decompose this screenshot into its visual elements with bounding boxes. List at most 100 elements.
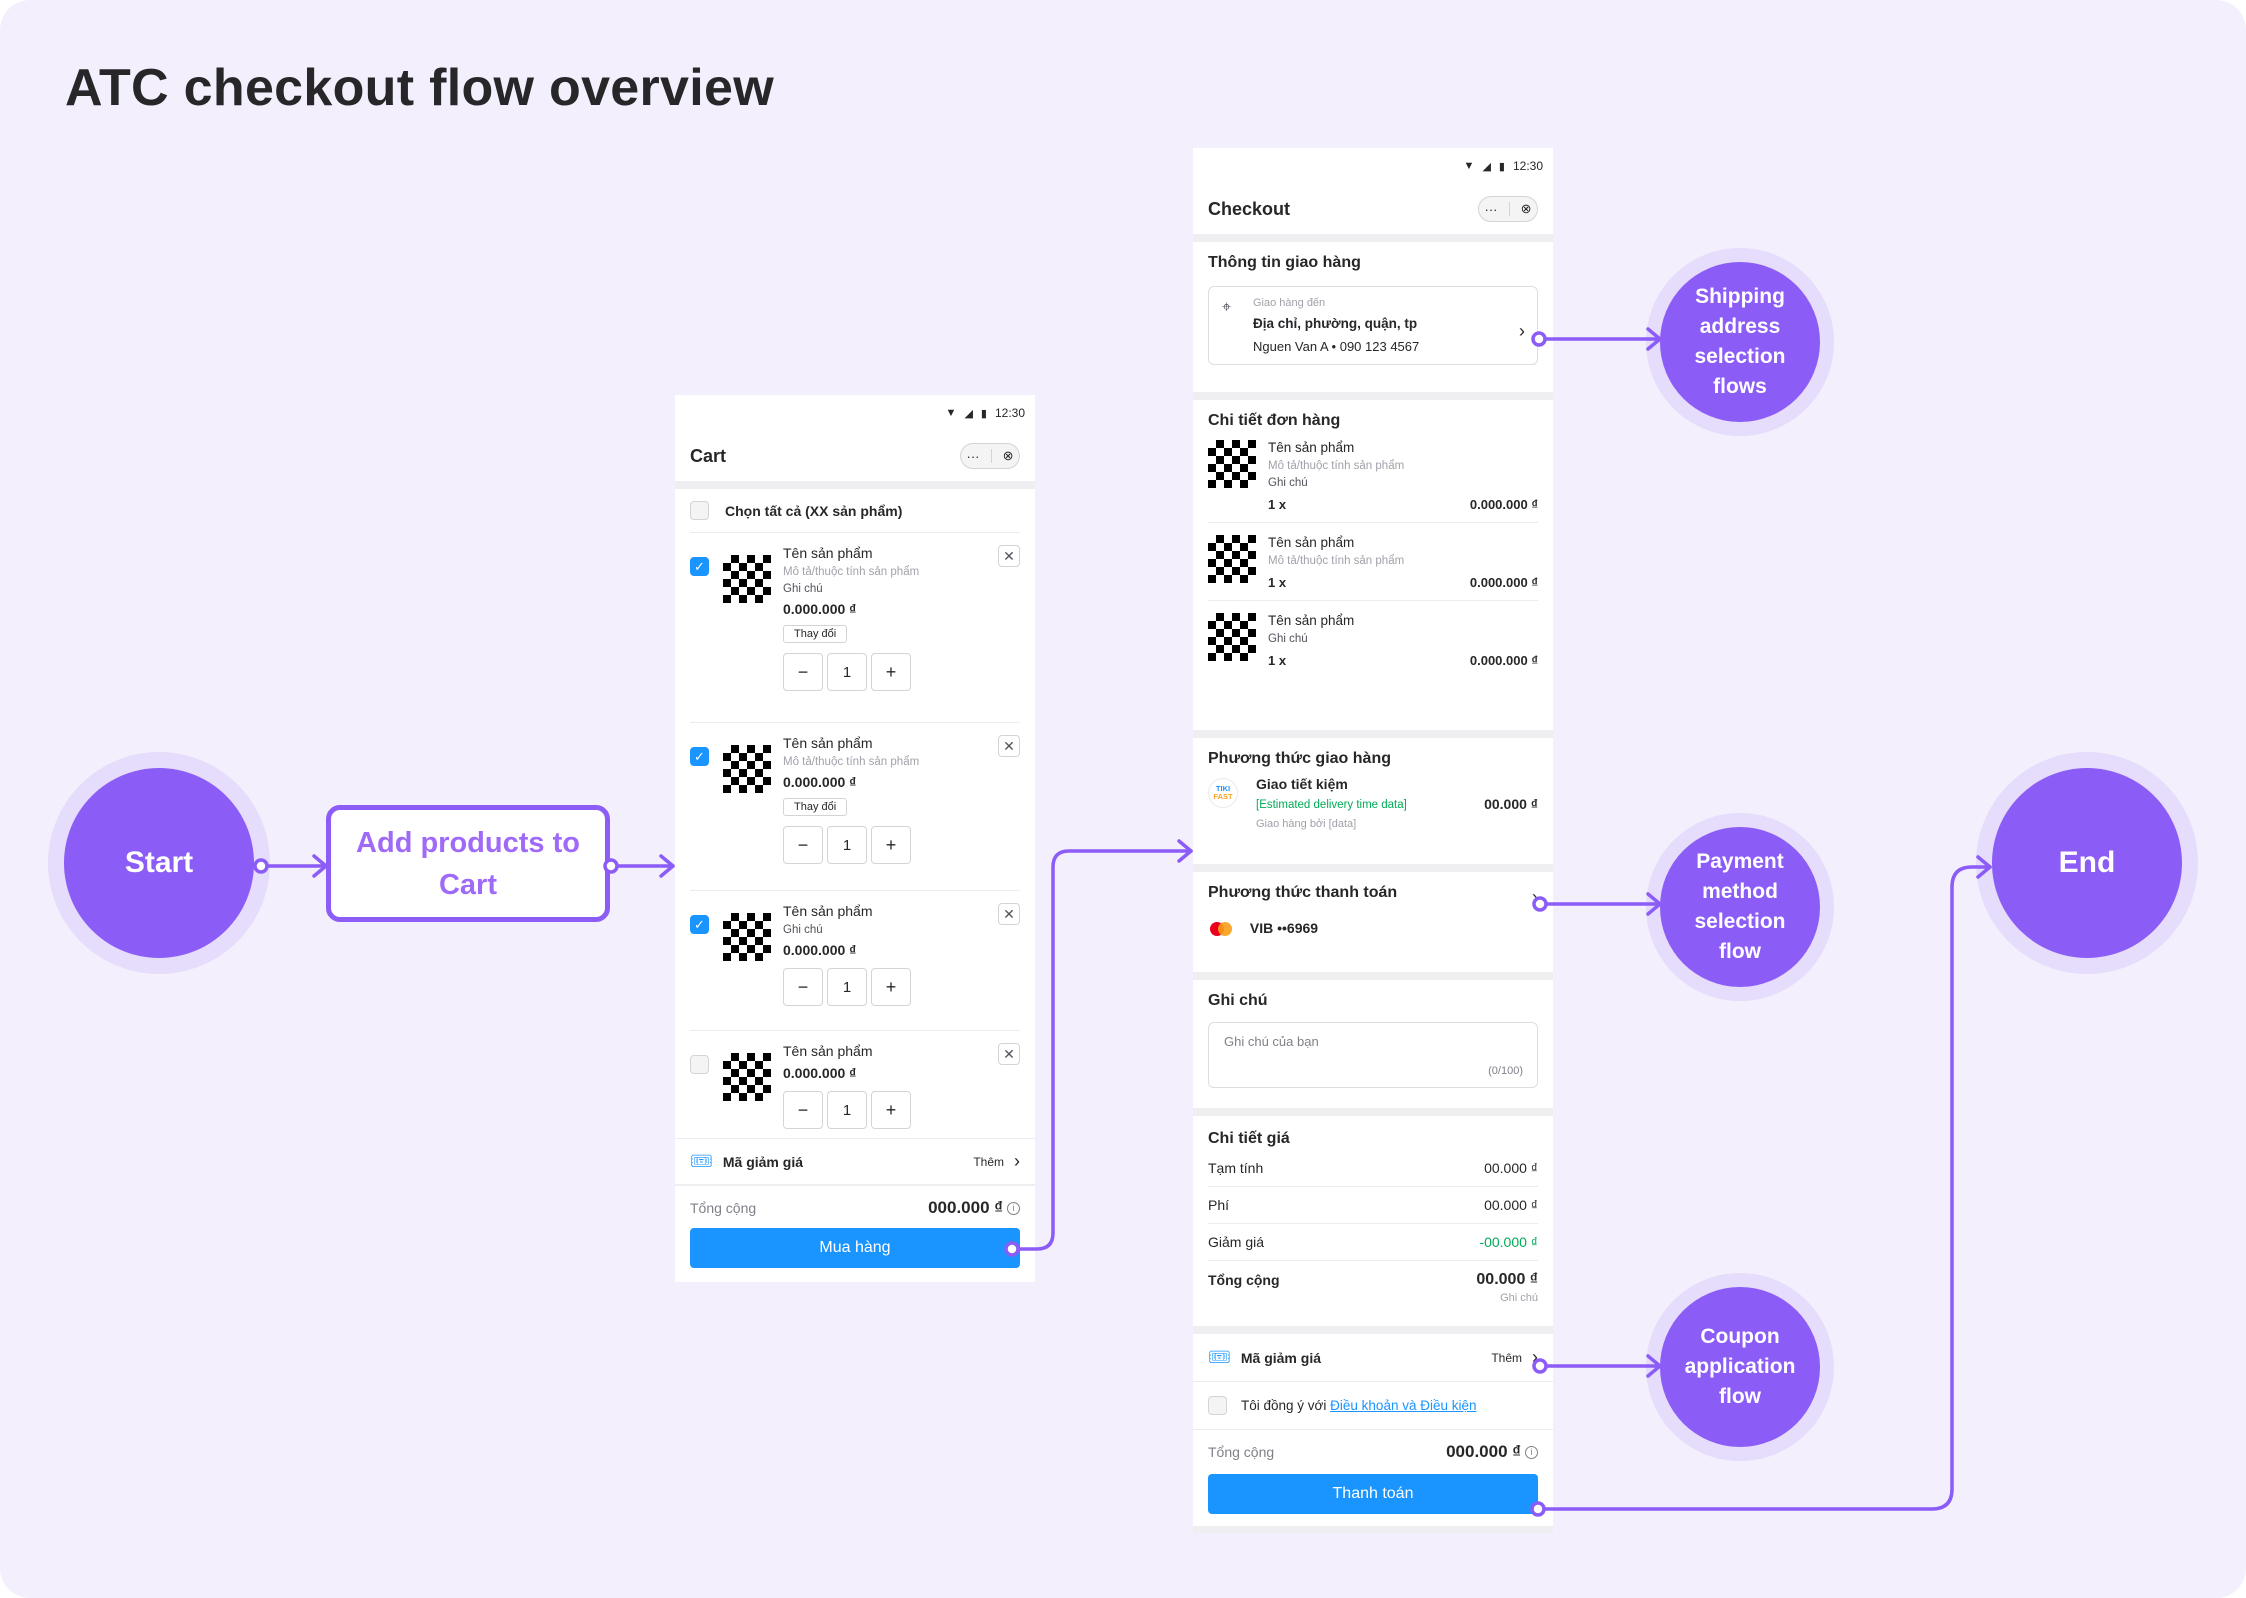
arrowhead [1177,839,1193,863]
product-note: Ghi chú [783,924,823,936]
price-value: 00.000 ₫ [1484,1197,1538,1213]
shipping-name: Giao tiết kiệm [1256,776,1348,792]
status-bar: ▼ ◢ ▮ 12:30 [675,395,1035,431]
payment-method-section[interactable]: Phương thức thanh toán › VIB ••6969 [1193,872,1553,972]
pay-button[interactable]: Thanh toán [1208,1474,1538,1514]
product-note: Ghi chú [783,583,823,595]
chevron-right-icon: › [1532,886,1538,907]
coupon-flow-node: Coupon application flow [1660,1287,1820,1447]
wifi-icon: ▼ [945,407,957,419]
shipping-price: 00.000 ₫ [1484,796,1538,812]
change-variant-button[interactable]: Thay đổi [783,625,848,643]
cart-coupon-row[interactable]: 🎟 Mã giảm giá Thêm › [675,1138,1035,1184]
cart-navbar: Cart ··· ⊗ [675,431,1035,481]
item-checkbox[interactable] [690,1055,709,1074]
quantity-value[interactable]: 1 [827,653,867,691]
product-desc: Mô tả/thuộc tính sản phẩm [1268,460,1405,472]
more-icon[interactable]: ··· [1485,202,1498,217]
item-checkbox[interactable]: ✓ [690,747,709,766]
note-counter: (0/100) [1488,1065,1523,1077]
price-label: Tạm tính [1208,1160,1264,1176]
decrease-button[interactable]: − [783,1091,823,1129]
product-thumbnail [1208,535,1256,583]
cart-item: Tên sản phẩm 0.000.000 ₫ − 1 + ✕ [690,1031,1020,1141]
shipping-flow-node: Shipping address selection flows [1660,262,1820,422]
quantity-stepper: − 1 + [783,826,919,864]
recipient-text: Nguen Van A • 090 123 4567 [1253,339,1420,354]
note-placeholder: Ghi chú của bạn [1224,1034,1319,1049]
decrease-button[interactable]: − [783,653,823,691]
terms-link[interactable]: Điều khoản và Điều kiện [1330,1398,1476,1413]
note-input[interactable]: Ghi chú của bạn (0/100) [1208,1022,1538,1088]
buy-button[interactable]: Mua hàng [690,1228,1020,1268]
product-name: Tên sản phẩm [783,903,873,919]
product-note: Ghi chú [1268,477,1308,489]
chevron-right-icon: › [1519,321,1525,341]
cart-item: ✓ Tên sản phẩm Mô tả/thuộc tính sản phẩm… [690,533,1020,723]
info-icon[interactable]: i [1007,1202,1020,1216]
payment-title-row: Phương thức thanh toán › [1208,884,1538,910]
chevron-right-icon: › [1014,1151,1020,1171]
cart-footer: Tổng cộng 000.000 ₫ i Mua hàng [675,1186,1035,1282]
item-checkbox[interactable]: ✓ [690,557,709,576]
quantity-value[interactable]: 1 [827,826,867,864]
close-icon[interactable]: ⊗ [1521,201,1532,217]
item-body: Tên sản phẩm Mô tả/thuộc tính sản phẩm G… [783,545,919,710]
price-row: Phí 00.000 ₫ [1208,1187,1538,1224]
price-label: Phí [1208,1197,1230,1213]
info-icon[interactable]: i [1525,1446,1538,1460]
remove-item-icon[interactable]: ✕ [998,735,1020,757]
status-time: 12:30 [1512,159,1543,173]
shipping-method-title: Phương thức giao hàng [1208,750,1391,767]
product-price: 0.000.000 ₫ [783,1065,857,1081]
flow-connectors [253,327,1992,1517]
price-total-label: Tổng cộng [1208,1272,1280,1288]
checkout-coupon-row[interactable]: 🎟 Mã giảm giá Thêm › [1193,1334,1553,1382]
product-thumbnail [1208,613,1256,661]
coupon-flow-label: Coupon application flow [1684,1325,1796,1408]
select-all-checkbox[interactable] [690,501,709,520]
product-price: 0.000.000 ₫ [783,942,857,958]
product-name: Tên sản phẩm [783,545,873,561]
coupon-label: Mã giảm giá [1240,1349,1321,1366]
pay-button-label: Thanh toán [1332,1485,1414,1502]
remove-item-icon[interactable]: ✕ [998,1043,1020,1065]
remove-item-icon[interactable]: ✕ [998,545,1020,567]
select-all-label: Chọn tất cả (XX sản phẩm) [725,502,903,519]
cart-total-row: Tổng cộng 000.000 ₫ i [690,1198,1020,1218]
product-thumbnail [723,555,771,603]
quantity-value[interactable]: 1 [827,1091,867,1129]
increase-button[interactable]: + [871,968,911,1006]
increase-button[interactable]: + [871,1091,911,1129]
note-section: Ghi chú Ghi chú của bạn (0/100) [1193,980,1553,1108]
status-time: 12:30 [994,406,1025,420]
shipping-info-section: Thông tin giao hàng ⌖ Giao hàng đến Địa … [1193,242,1553,392]
remove-item-icon[interactable]: ✕ [998,903,1020,925]
increase-button[interactable]: + [871,826,911,864]
decrease-button[interactable]: − [783,968,823,1006]
start-node: Start [64,768,254,958]
increase-button[interactable]: + [871,653,911,691]
chevron-right-icon: › [1532,1347,1538,1367]
quantity-stepper: − 1 + [783,968,911,1006]
quantity-value[interactable]: 1 [827,968,867,1006]
decrease-button[interactable]: − [783,826,823,864]
terms-checkbox[interactable] [1208,1396,1227,1415]
change-variant-button[interactable]: Thay đổi [783,798,848,816]
select-all-row[interactable]: Chọn tất cả (XX sản phẩm) [690,499,1020,533]
order-item-body: Tên sản phẩm Mô tả/thuộc tính sản phẩm 1… [1268,535,1538,590]
item-qty: 1 x [1268,497,1287,512]
agree-prefix: Tôi đồng ý với [1241,1398,1327,1413]
arrowhead [1976,855,1992,879]
more-icon[interactable]: ··· [967,449,980,464]
shipping-option[interactable]: TIKI FAST Giao tiết kiệm [Estimated deli… [1208,776,1538,830]
order-item: Tên sản phẩm Mô tả/thuộc tính sản phẩm 1… [1208,533,1538,601]
close-icon[interactable]: ⊗ [1003,448,1014,464]
item-checkbox[interactable]: ✓ [690,915,709,934]
address-card[interactable]: ⌖ Giao hàng đến Địa chỉ, phường, quận, t… [1208,286,1538,365]
order-detail-title: Chi tiết đơn hàng [1208,412,1341,429]
item-qty: 1 x [1268,653,1287,668]
diagram-title: ATC checkout flow overview [65,59,774,117]
tiki-fast-logo: TIKI FAST [1208,778,1238,808]
checkout-navbar: Checkout ··· ⊗ [1193,184,1553,234]
